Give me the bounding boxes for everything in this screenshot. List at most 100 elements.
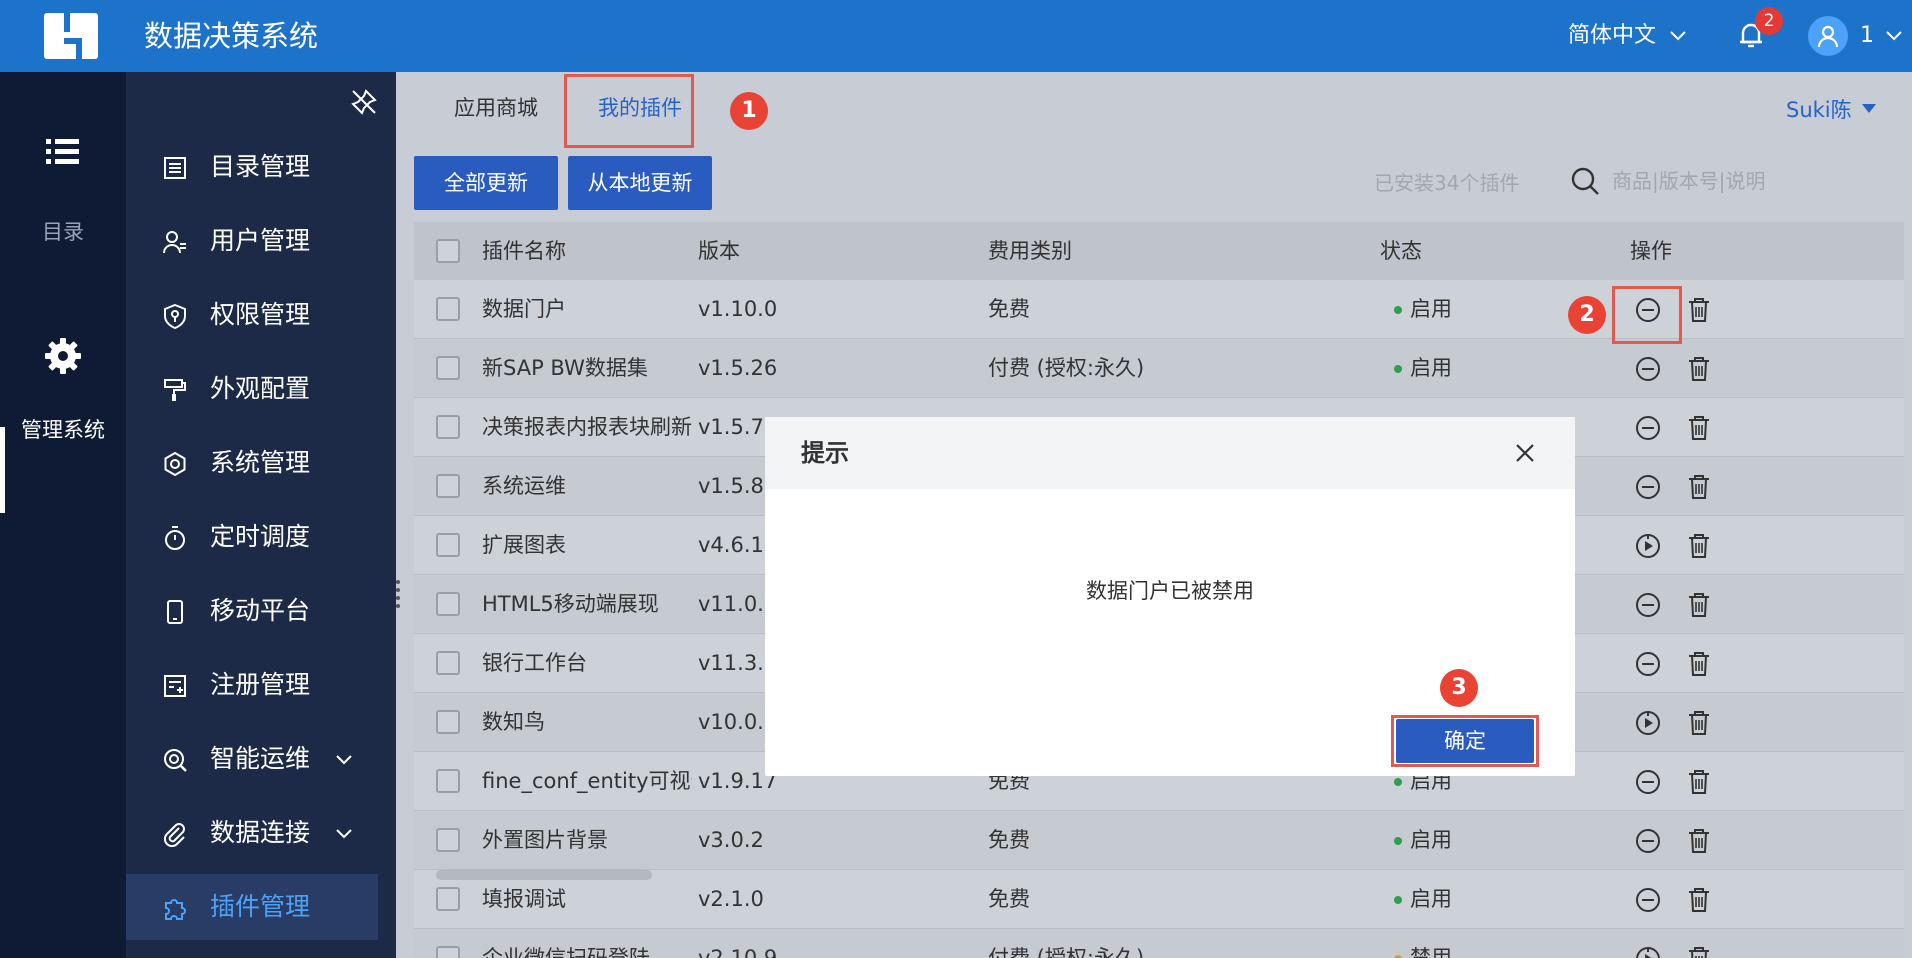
plugin-status: 启用 (1410, 356, 1452, 380)
chevron-down-icon[interactable] (1884, 26, 1904, 46)
step-marker: 2 (1568, 296, 1606, 334)
plugin-name: 外置图片背景 (482, 828, 608, 852)
sidebar-item-users[interactable]: 用户管理 (126, 208, 378, 274)
current-user[interactable]: Suki陈 (1786, 96, 1852, 124)
timer-icon (165, 526, 185, 550)
plugin-status: 启用 (1410, 828, 1452, 852)
plugin-status: 启用 (1410, 297, 1452, 321)
sidebar-item-data-connection[interactable]: 数据连接 (126, 800, 378, 866)
dialog-header: 提示 (765, 417, 1575, 489)
plugin-count: 已安装34个插件 (1374, 171, 1520, 195)
chevron-down-icon[interactable] (334, 750, 354, 770)
table-row: 外置图片背景 v3.0.2 免费 启用 (414, 811, 1904, 870)
enable-icon[interactable] (1634, 709, 1662, 737)
trash-icon[interactable] (1686, 473, 1712, 501)
disable-icon[interactable] (1634, 355, 1662, 383)
ops-icon (164, 749, 187, 772)
disable-icon[interactable] (1634, 650, 1662, 678)
row-checkbox[interactable] (436, 356, 460, 380)
trash-icon[interactable] (1686, 532, 1712, 560)
plugin-name: 企业微信扫码登陆 (482, 946, 650, 958)
catalog-icon (164, 157, 186, 179)
settings-icon (164, 451, 186, 477)
tab-app-store[interactable]: 应用商城 (454, 94, 538, 122)
highlight-box (1612, 286, 1682, 344)
plugin-name: 填报调试 (482, 887, 566, 911)
sidebar-item-appearance[interactable]: 外观配置 (126, 356, 378, 422)
trash-icon[interactable] (1686, 709, 1712, 737)
row-checkbox[interactable] (436, 592, 460, 616)
trash-icon[interactable] (1686, 827, 1712, 855)
trash-icon[interactable] (1686, 886, 1712, 914)
plugin-name: 数据门户 (482, 297, 566, 321)
avatar[interactable] (1808, 16, 1848, 56)
trash-icon[interactable] (1686, 355, 1712, 383)
nav-catalog-label[interactable]: 目录 (0, 218, 126, 246)
update-local-button[interactable]: 从本地更新 (568, 156, 712, 210)
row-checkbox[interactable] (436, 297, 460, 321)
disable-icon[interactable] (1634, 886, 1662, 914)
sidebar-item-smart-ops[interactable]: 智能运维 (126, 726, 378, 792)
row-checkbox[interactable] (436, 710, 460, 734)
plugin-version: v3.0.2 (698, 828, 764, 852)
shield-icon (164, 303, 186, 329)
row-checkbox[interactable] (436, 415, 460, 439)
disable-icon[interactable] (1634, 768, 1662, 796)
row-checkbox[interactable] (436, 533, 460, 557)
update-all-button[interactable]: 全部更新 (414, 156, 558, 210)
status-dot (1394, 778, 1402, 786)
plugin-fee: 免费 (988, 297, 1030, 321)
row-checkbox[interactable] (436, 946, 460, 958)
status-dot (1394, 896, 1402, 904)
sidebar-item-register[interactable]: 注册管理 (126, 652, 378, 718)
gear-icon[interactable] (43, 336, 83, 376)
trash-icon[interactable] (1686, 414, 1712, 442)
sidebar-item-catalog[interactable]: 目录管理 (126, 134, 378, 200)
splitter-handle[interactable] (394, 578, 402, 608)
trash-icon[interactable] (1686, 945, 1712, 958)
select-all-checkbox[interactable] (436, 239, 460, 263)
sidebar-item-label: 权限管理 (210, 300, 311, 329)
trash-icon[interactable] (1686, 650, 1712, 678)
caret-down-icon[interactable] (1862, 104, 1876, 114)
status-dot (1394, 837, 1402, 845)
trash-icon[interactable] (1686, 296, 1712, 324)
horizontal-scrollbar[interactable] (436, 870, 652, 880)
highlight-box (564, 74, 694, 148)
alert-dialog: 提示 数据门户已被禁用 3 确定 (765, 417, 1575, 776)
row-checkbox[interactable] (436, 651, 460, 675)
sidebar-item-mobile[interactable]: 移动平台 (126, 578, 378, 644)
unpin-icon[interactable] (350, 88, 378, 116)
sidebar-item-system[interactable]: 系统管理 (126, 430, 378, 496)
sidebar-item-plugins[interactable]: 插件管理 (126, 874, 378, 940)
disable-icon[interactable] (1634, 414, 1662, 442)
list-icon[interactable] (43, 132, 83, 172)
enable-icon[interactable] (1634, 945, 1662, 958)
row-checkbox[interactable] (436, 769, 460, 793)
confirm-button[interactable]: 确定 (1396, 719, 1534, 763)
plugin-fee: 付费 (授权:永久) (988, 946, 1145, 958)
user-name[interactable]: 1 (1860, 22, 1874, 50)
chevron-down-icon[interactable] (1668, 26, 1688, 46)
trash-icon[interactable] (1686, 768, 1712, 796)
sidebar-item-permissions[interactable]: 权限管理 (126, 282, 378, 348)
close-icon[interactable] (1511, 439, 1539, 467)
row-checkbox[interactable] (436, 474, 460, 498)
disable-icon[interactable] (1634, 827, 1662, 855)
search-input[interactable] (1612, 166, 1862, 196)
table-row: 新SAP BW数据集 v1.5.26 付费 (授权:永久) 启用 (414, 339, 1904, 398)
disable-icon[interactable] (1634, 473, 1662, 501)
dialog-message: 数据门户已被禁用 (1086, 579, 1254, 603)
nav-admin-label[interactable]: 管理系统 (0, 416, 126, 444)
col-name: 插件名称 (482, 239, 566, 263)
trash-icon[interactable] (1686, 591, 1712, 619)
plugin-name: 数知鸟 (482, 710, 545, 734)
sidebar-item-schedule[interactable]: 定时调度 (126, 504, 378, 570)
row-checkbox[interactable] (436, 828, 460, 852)
sidebar-item-label: 移动平台 (210, 596, 311, 625)
disable-icon[interactable] (1634, 591, 1662, 619)
chevron-down-icon[interactable] (334, 824, 354, 844)
row-checkbox[interactable] (436, 887, 460, 911)
enable-icon[interactable] (1634, 532, 1662, 560)
language-selector[interactable]: 简体中文 (1568, 22, 1656, 50)
